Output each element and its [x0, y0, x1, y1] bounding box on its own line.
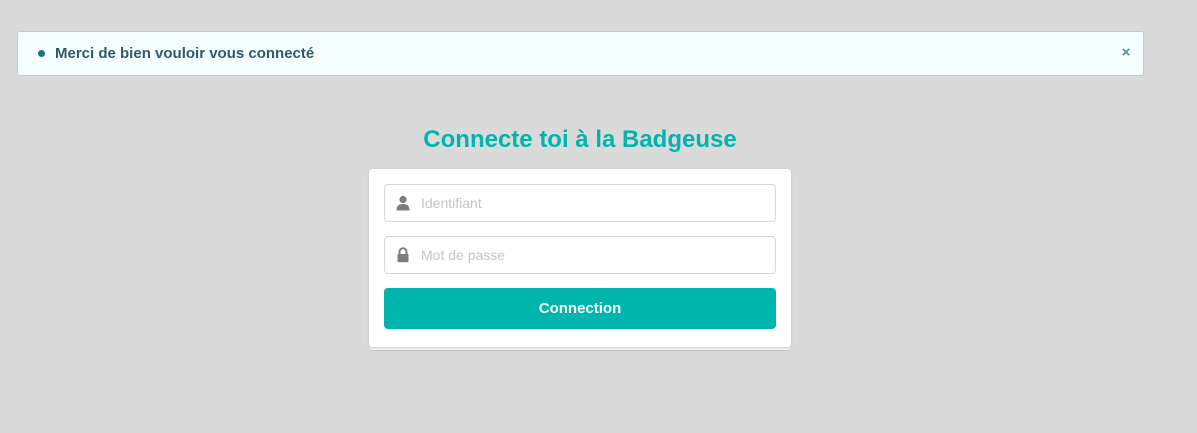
- username-field: [384, 184, 776, 222]
- login-page: Merci de bien vouloir vous connecté × Co…: [0, 0, 1197, 433]
- alert-message: Merci de bien vouloir vous connecté: [55, 45, 315, 62]
- connection-button[interactable]: Connection: [384, 288, 776, 329]
- username-input[interactable]: [421, 185, 771, 221]
- bullet-icon: [38, 50, 45, 57]
- page-title: Connecte toi à la Badgeuse: [423, 126, 737, 153]
- password-input[interactable]: [421, 237, 771, 273]
- info-alert: Merci de bien vouloir vous connecté ×: [17, 31, 1144, 76]
- user-icon: [395, 195, 411, 211]
- lock-icon: [395, 247, 411, 263]
- password-field: [384, 236, 776, 274]
- close-icon[interactable]: ×: [1117, 42, 1135, 64]
- login-form: Connection: [369, 169, 791, 347]
